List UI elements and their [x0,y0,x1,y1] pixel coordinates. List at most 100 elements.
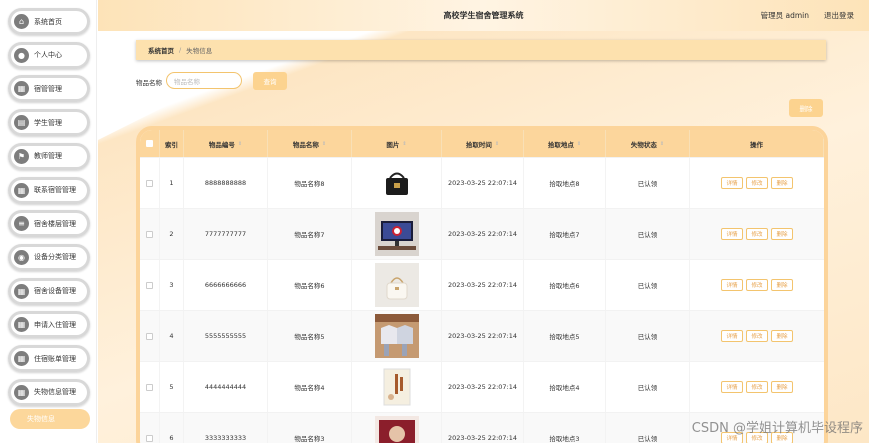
cell-index: 1 [160,158,184,208]
watermark: CSDN @学姐计算机毕设程序 [691,421,863,436]
cell-place: 拾取地点7 [524,209,606,259]
cell-index: 2 [160,209,184,259]
cell-status: 已认领 [606,311,690,361]
logout-link[interactable]: 退出登录 [824,10,854,21]
sidebar-item-4[interactable]: ⚑ 教师管理 [8,142,90,170]
sidebar-item-3[interactable]: ▤ 学生管理 [8,109,90,137]
delete-button[interactable]: 删除 [771,228,793,240]
column-header[interactable]: 拾取时间 ⇕ [442,130,524,157]
sidebar-item-label: 宿管管理 [34,84,62,93]
row-checkbox[interactable] [146,179,153,187]
column-header[interactable]: 物品编号 ⇕ [184,130,268,157]
delete-button[interactable]: 删除 [771,279,793,291]
grid-icon: ▦ [14,351,29,366]
search-input[interactable]: 物品名称 [166,72,242,89]
cell-status: 已认领 [606,209,690,259]
delete-button[interactable]: 删除 [771,381,793,393]
sidebar-item-6[interactable]: ≡ 宿舍楼层管理 [8,210,90,238]
row-checkbox[interactable] [146,434,153,442]
row-image-cell [352,158,442,208]
cell-time: 2023-03-25 22:07:14 [442,362,524,412]
sidebar-item-9[interactable]: ▦ 申请入住管理 [8,311,90,339]
sidebar-item-2[interactable]: ▦ 宿管管理 [8,75,90,103]
home-icon: ⌂ [14,14,29,29]
row-image-cell [352,413,442,443]
select-all-checkbox[interactable] [146,140,153,147]
table-row: 5 4444444444 物品名称4 2023-03-25 22:07:14 拾取地点4… [140,362,824,413]
sidebar-item-0[interactable]: ⌂ 系统首页 [8,8,90,35]
sidebar-item-10[interactable]: ▦ 住宿账单管理 [8,345,90,372]
edit-button[interactable]: 修改 [746,330,768,342]
row-checkbox[interactable] [146,332,153,340]
row-checkbox[interactable] [146,230,153,238]
column-header-label: 物品编号 [208,140,235,149]
breadcrumb-current: 失物信息 [186,47,213,55]
detail-button[interactable]: 详情 [721,330,743,342]
table-row: 1 8888888888 物品名称8 2023-03-25 22:07:14 拾取地点8… [140,158,824,209]
cell-time: 2023-03-25 22:07:14 [442,158,524,208]
sort-icon[interactable]: ⇕ [238,141,242,147]
grid-icon: ▦ [14,384,29,400]
cell-index: 3 [160,260,184,310]
cell-code: 6666666666 [184,260,268,310]
row-image-cell [352,311,442,361]
row-select-cell [140,413,160,443]
lost-items-table: 索引 物品编号 ⇕ 物品名称 ⇕ 图片 ⇕ 拾取时间 ⇕ 拾取地点 ⇕ 失物状态 ⇕ 操作 1 8888888… [136,126,828,443]
batch-delete-button[interactable]: 删除 [789,99,823,117]
sidebar-subitem-lost-info[interactable]: 失物信息 [10,409,90,429]
sort-icon[interactable]: ⇕ [577,141,581,147]
column-header-label: 操作 [750,140,763,149]
sidebar-item-label: 个人中心 [34,51,62,60]
detail-button[interactable]: 详情 [721,279,743,291]
book-image [374,365,419,409]
column-header: 索引 [160,130,184,157]
cell-place: 拾取地点8 [524,158,606,208]
sidebar-item-label: 教师管理 [34,152,62,161]
row-actions: 详情 修改 删除 [690,362,824,412]
sidebar-item-1[interactable]: ● 个人中心 [8,41,90,69]
cell-time: 2023-03-25 22:07:14 [442,311,524,361]
delete-button[interactable]: 删除 [771,177,793,189]
sidebar-item-11[interactable]: ▦ 失物信息管理 [8,378,90,406]
column-header[interactable]: 物品名称 ⇕ [268,130,352,157]
detail-button[interactable]: 详情 [721,177,743,189]
table-row: 4 5555555555 物品名称5 2023-03-25 22:07:14 拾取地点5… [140,311,824,362]
edit-button[interactable]: 修改 [746,177,768,189]
column-header[interactable]: 图片 ⇕ [352,130,442,157]
edit-button[interactable]: 修改 [746,228,768,240]
cell-code: 8888888888 [184,158,268,208]
sidebar-item-8[interactable]: ▦ 宿舍设备管理 [8,277,90,305]
column-header[interactable]: 拾取地点 ⇕ [524,130,606,157]
sidebar-item-5[interactable]: ▦ 联系宿管管理 [8,176,90,204]
search-button[interactable]: 查询 [253,72,287,90]
row-actions: 详情 修改 删除 [690,158,824,208]
delete-button[interactable]: 删除 [771,330,793,342]
cell-place: 拾取地点6 [524,260,606,310]
sort-icon[interactable]: ⇕ [660,141,664,147]
sidebar: ⌂ 系统首页 ● 个人中心 ▦ 宿管管理 ▤ 学生管理 ⚑ 教师管理 ▦ 联系宿管管理 ≡ 宿舍楼层管理 ◉… [0,0,97,443]
search-label: 物品名称 [136,79,162,87]
row-checkbox[interactable] [146,281,153,289]
column-header-label: 物品名称 [292,140,319,149]
breadcrumb-separator: / [179,46,182,54]
grid-icon: ▦ [14,317,29,333]
row-image-cell [352,209,442,259]
column-header-label: 索引 [165,140,178,149]
column-header[interactable]: 失物状态 ⇕ [606,130,690,157]
row-checkbox[interactable] [146,383,153,391]
edit-button[interactable]: 修改 [746,381,768,393]
sidebar-item-label: 学生管理 [34,118,62,127]
sort-icon[interactable]: ⇕ [402,141,406,147]
sidebar-item-7[interactable]: ◉ 设备分类管理 [8,243,90,271]
clothes-image [374,314,419,358]
sort-icon[interactable]: ⇕ [322,141,326,147]
detail-button[interactable]: 详情 [721,381,743,393]
column-header[interactable] [140,130,160,157]
edit-button[interactable]: 修改 [746,279,768,291]
cell-name: 物品名称7 [268,209,352,259]
sort-icon[interactable]: ⇕ [495,141,499,147]
breadcrumb-home[interactable]: 系统首页 [148,45,174,55]
cell-status: 已认领 [606,260,690,310]
grid-icon: ▦ [14,283,29,299]
detail-button[interactable]: 详情 [721,228,743,240]
